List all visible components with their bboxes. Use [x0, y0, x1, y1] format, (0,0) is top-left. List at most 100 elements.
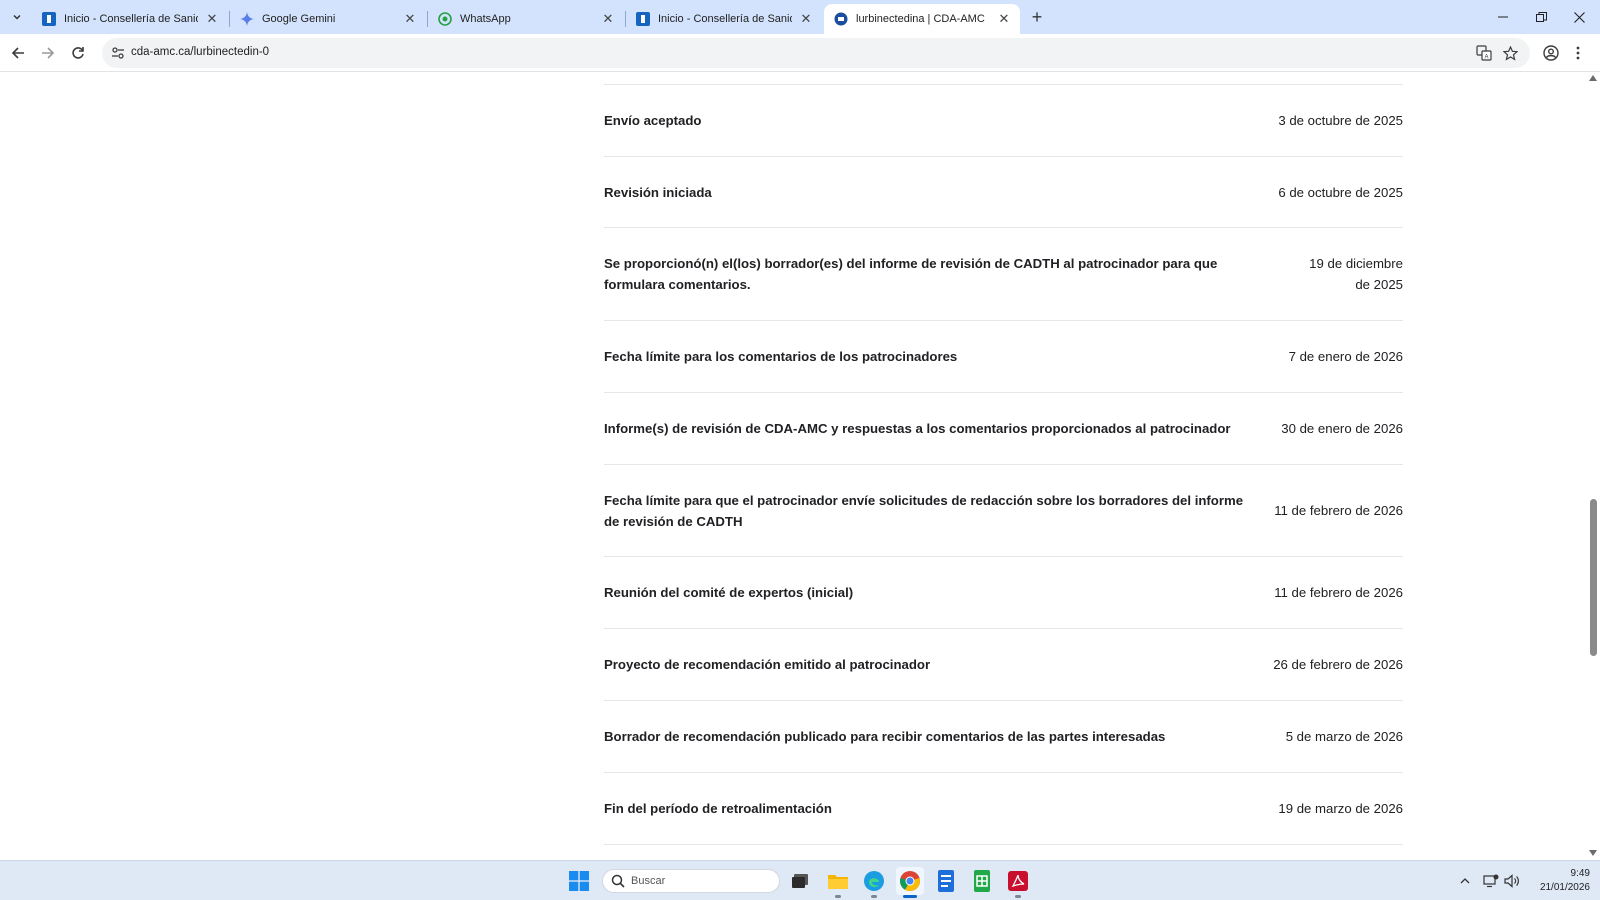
timeline-row: Revisión iniciada 6 de octubre de 2025	[604, 156, 1403, 227]
page-content: Envío aceptado 3 de octubre de 2025 Revi…	[0, 72, 1586, 860]
timeline-row: Se proporcionó(n) el(los) borrador(es) d…	[604, 227, 1403, 320]
menu-button[interactable]	[1568, 40, 1588, 66]
tab-search-button[interactable]	[6, 6, 28, 28]
close-icon[interactable]: ✕	[798, 11, 814, 27]
running-indicator	[1015, 895, 1021, 898]
tab-gemini[interactable]: Google Gemini ✕	[230, 4, 426, 34]
taskbar-search[interactable]: Buscar	[602, 869, 780, 893]
timeline-date: 26 de febrero de 2026	[1273, 657, 1403, 672]
speaker-icon	[1504, 874, 1519, 888]
timeline-label: Borrador de recomendación publicado para…	[604, 729, 1166, 744]
scroll-up-arrow-icon[interactable]	[1589, 75, 1597, 81]
timeline-date: 19 de diciembre de 2025	[1309, 256, 1403, 292]
restore-icon	[1535, 11, 1547, 22]
scroll-down-arrow-icon[interactable]	[1589, 850, 1597, 856]
timeline-row: Informe(s) de revisión de CDA-AMC y resp…	[604, 392, 1403, 464]
timeline-label: Informe(s) de revisión de CDA-AMC y resp…	[604, 421, 1231, 436]
url-text: cda-amc.ca/lurbinectedin-0	[131, 46, 270, 58]
bookmark-star-icon[interactable]	[1500, 43, 1520, 63]
chevron-up-icon	[1460, 878, 1470, 884]
tray-overflow-button[interactable]	[1455, 871, 1475, 891]
network-status[interactable]	[1481, 871, 1501, 891]
close-icon[interactable]: ✕	[402, 11, 418, 27]
profile-icon	[1543, 45, 1559, 61]
chrome-button[interactable]	[896, 867, 924, 898]
close-icon[interactable]: ✕	[996, 11, 1012, 27]
timeline-label: Se proporcionó(n) el(los) borrador(es) d…	[604, 256, 1218, 292]
site-info-icon[interactable]	[108, 43, 128, 63]
address-bar[interactable]: cda-amc.ca/lurbinectedin-0 A	[102, 38, 1530, 68]
timeline-date: 11 de febrero de 2026	[1274, 585, 1403, 600]
arrow-right-icon	[42, 47, 55, 59]
file-explorer-button[interactable]	[824, 867, 852, 898]
timeline-date: 11 de febrero de 2026	[1274, 503, 1403, 518]
tab-title: Google Gemini	[262, 13, 336, 25]
system-clock[interactable]: 9:49 21/01/2026	[1530, 867, 1590, 895]
tab-title: Inicio - Consellería de Sanidade	[64, 13, 198, 25]
reload-button[interactable]	[65, 40, 91, 66]
timeline-label: Envío aceptado	[604, 113, 702, 128]
minimize-button[interactable]	[1484, 4, 1522, 30]
clock-time: 9:49	[1570, 868, 1590, 879]
profile-button[interactable]	[1538, 40, 1564, 66]
timeline-label: Revisión iniciada	[604, 184, 712, 200]
edge-button[interactable]	[860, 867, 888, 898]
reload-icon	[72, 47, 84, 59]
sanidade-icon	[636, 12, 650, 26]
timeline-row: Fecha límite para los comentarios de los…	[604, 320, 1403, 392]
spreadsheet-button[interactable]	[968, 867, 996, 895]
start-button[interactable]	[565, 867, 593, 895]
timeline-date: 3 de octubre de 2025	[1278, 113, 1403, 128]
scroll-thumb[interactable]	[1590, 499, 1597, 656]
close-icon	[1573, 11, 1585, 23]
close-window-button[interactable]	[1560, 4, 1598, 30]
arrow-left-icon	[11, 47, 24, 59]
tab-title: Inicio - Consellería de Sanidade	[658, 13, 792, 25]
timeline-label: Fecha límite para los comentarios de los…	[604, 349, 958, 364]
new-tab-button[interactable]: +	[1027, 7, 1047, 27]
tab-cda-amc[interactable]: lurbinectedina | CDA-AMC ✕	[824, 4, 1020, 34]
tab-title: WhatsApp	[460, 13, 511, 25]
more-vert-icon	[1576, 46, 1580, 60]
close-icon[interactable]: ✕	[600, 11, 616, 27]
timeline-date: 19 de marzo de 2026	[1278, 801, 1403, 816]
timeline-row: Fecha límite para que el patrocinador en…	[604, 464, 1403, 556]
vertical-scrollbar[interactable]	[1586, 72, 1600, 860]
tab-whatsapp[interactable]: WhatsApp ✕	[428, 4, 624, 34]
running-indicator	[871, 895, 877, 898]
forward-button[interactable]	[35, 40, 61, 66]
windows-taskbar: Buscar 9:49 21/01/2026	[0, 860, 1600, 900]
gemini-icon	[240, 12, 254, 26]
plus-icon: +	[1031, 6, 1043, 27]
chevron-down-icon	[13, 14, 21, 20]
timeline-row: Borrador de recomendación publicado para…	[604, 700, 1403, 772]
pdf-icon	[1008, 871, 1028, 891]
close-icon[interactable]: ✕	[204, 11, 220, 27]
tab-strip: Inicio - Consellería de Sanidade ✕ Googl…	[0, 0, 1600, 34]
timeline-label: Proyecto de recomendación emitido al pat…	[604, 657, 931, 672]
timeline-row: Proyecto de recomendación emitido al pat…	[604, 628, 1403, 700]
folder-icon	[828, 875, 848, 889]
restore-button[interactable]	[1522, 4, 1560, 30]
svg-text:A: A	[1485, 55, 1489, 61]
running-indicator	[835, 895, 841, 898]
word-button[interactable]	[932, 867, 960, 895]
timeline-date: 30 de enero de 2026	[1281, 421, 1403, 436]
spreadsheet-app-icon	[974, 870, 990, 892]
active-indicator	[903, 895, 917, 898]
document-app-icon	[938, 870, 954, 892]
back-button[interactable]	[5, 40, 31, 66]
timeline-row-divider	[604, 844, 1403, 860]
volume-control[interactable]	[1502, 871, 1522, 891]
pdf-reader-button[interactable]	[1004, 867, 1032, 898]
timeline-row: Envío aceptado 3 de octubre de 2025	[604, 84, 1403, 156]
timeline-date: 5 de marzo de 2026	[1285, 729, 1403, 744]
edge-icon	[864, 871, 884, 891]
clock-date: 21/01/2026	[1539, 882, 1590, 893]
tab-sanidade-2[interactable]: Inicio - Consellería de Sanidade ✕	[626, 4, 822, 34]
task-view-button[interactable]	[786, 867, 814, 895]
search-icon	[611, 874, 625, 888]
translate-icon[interactable]: A	[1474, 43, 1494, 63]
tab-sanidade-1[interactable]: Inicio - Consellería de Sanidade ✕	[32, 4, 228, 34]
timeline-label: Fecha límite para que el patrocinador en…	[604, 492, 1244, 529]
